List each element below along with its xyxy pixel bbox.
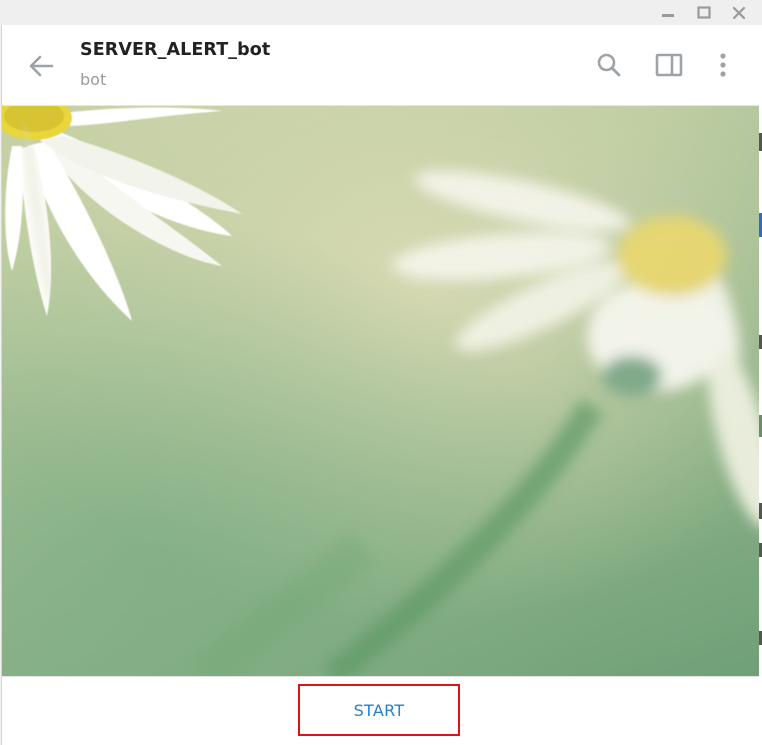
- maximize-icon[interactable]: [689, 0, 719, 25]
- search-icon[interactable]: [592, 48, 626, 82]
- app-frame: SERVER_ALERT_bot bot START: [0, 0, 762, 745]
- more-vertical-icon[interactable]: [706, 48, 740, 82]
- minimize-icon[interactable]: [653, 0, 683, 25]
- arrow-left-icon[interactable]: [24, 49, 58, 83]
- chat-header: SERVER_ALERT_bot bot: [2, 25, 759, 106]
- chat-wallpaper: [2, 106, 759, 676]
- chat-window: SERVER_ALERT_bot bot START: [1, 25, 759, 745]
- bottom-bar: START: [2, 676, 759, 745]
- sidebar-toggle-icon[interactable]: [652, 48, 686, 82]
- close-icon[interactable]: [724, 0, 754, 25]
- start-label: START: [353, 700, 405, 720]
- start-button[interactable]: START: [298, 684, 460, 736]
- chat-status: bot: [80, 70, 107, 89]
- chat-title-block[interactable]: SERVER_ALERT_bot bot: [80, 38, 270, 90]
- chat-title: SERVER_ALERT_bot: [80, 40, 271, 60]
- window-titlebar: [0, 0, 762, 25]
